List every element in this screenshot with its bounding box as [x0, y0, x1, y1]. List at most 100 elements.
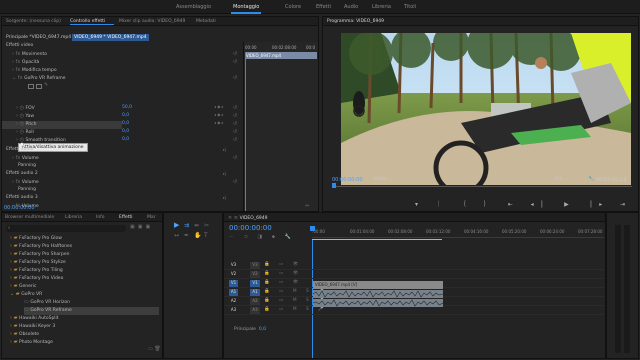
param-pitch[interactable]: › ◷ Pitch: [16, 121, 37, 129]
master-value[interactable]: 0,0: [259, 327, 266, 332]
new-bin-icon[interactable]: ▭ 🗑: [148, 346, 161, 352]
audio-track-icons[interactable]: 🔒 ▭ M S 🎤: [264, 307, 328, 312]
audio-clip-a1[interactable]: [312, 290, 444, 298]
effects-tree-item[interactable]: › ▰ FxFactory Pro Video: [10, 275, 63, 283]
mask-pen-icon[interactable]: ✎: [44, 82, 48, 88]
audio-clip-a2[interactable]: [312, 299, 444, 307]
tab-info[interactable]: Info: [96, 215, 105, 220]
pen-icon[interactable]: ✒: [184, 232, 189, 239]
zoom-icon[interactable]: ⇔: [305, 203, 309, 209]
keyframe-nav-fov[interactable]: ◂ ◆ ▸: [214, 104, 224, 109]
source-patch[interactable]: V2: [229, 271, 238, 278]
track-label[interactable]: A2: [250, 298, 260, 305]
effects-tree-item[interactable]: › ▰ FxFactory Pro Stylize: [10, 259, 66, 267]
reset-icon[interactable]: ↺: [233, 179, 237, 185]
mask-rect-icon[interactable]: [36, 84, 42, 89]
timeline-timecode[interactable]: 00:00:00:00: [229, 224, 272, 232]
param-pitch-value[interactable]: 0,0: [122, 121, 129, 129]
effect-opacity[interactable]: › fx Opacità: [12, 59, 39, 67]
razor-icon[interactable]: ✂: [204, 222, 209, 229]
master-track[interactable]: Principale 0,0: [234, 327, 266, 332]
tab-markers[interactable]: Mar: [147, 215, 156, 220]
clip-header-master[interactable]: Principale *VIDEO_6947.mp4: [6, 35, 71, 40]
track-toggle-icons[interactable]: 🔒 ▭ 👁: [264, 262, 302, 267]
effects-tree-item[interactable]: › ▰ Hawaiki AutoSplit: [10, 315, 59, 323]
playhead-handle[interactable]: [310, 226, 315, 231]
effects-tree-item[interactable]: › ▰ FxFactory Pro Sharpen: [10, 251, 70, 259]
transport-controls[interactable]: ▾ ｜ ｛ ｝ ⇤ ◂▏ ▶ ▕▸ ⇥ ⎘ ⎗ ◫ ⊡ +: [415, 199, 638, 209]
effects-tree-item[interactable]: › ▰ FxFactory Pro Halftones: [10, 243, 72, 251]
program-video-frame[interactable]: [341, 33, 631, 185]
section-arrow-icon[interactable]: ▸|: [223, 195, 226, 200]
source-patch[interactable]: V3: [229, 262, 238, 269]
effects-tree-item[interactable]: › ▰ FxFactory Pro Tiling: [10, 267, 63, 275]
source-patch[interactable]: A2: [229, 298, 238, 305]
program-title[interactable]: Programma: VIDEO_6949: [327, 19, 384, 24]
reset-icon[interactable]: ↺: [233, 75, 237, 81]
effect-motion[interactable]: › fx Movimento: [12, 51, 47, 59]
tab-source[interactable]: Sorgente: (nessuna clip): [6, 19, 61, 24]
param-roll[interactable]: › ◷ Roll: [16, 129, 34, 137]
source-patch[interactable]: A1: [229, 289, 238, 296]
selection-tool-icon[interactable]: ▶: [174, 221, 179, 229]
slip-icon[interactable]: ↔: [174, 232, 179, 239]
mini-playhead[interactable]: [245, 52, 246, 211]
track-label[interactable]: A1: [250, 289, 260, 296]
track-label[interactable]: V2: [250, 271, 260, 278]
effect-mini-timeline[interactable]: 00:00 00:02:08:00 00:0 VIDEO_6947.mp4: [243, 42, 318, 211]
effects-tree-item[interactable]: ▭ GoPro VR Reframe: [24, 307, 159, 315]
workspace-effects[interactable]: Effetti: [316, 4, 331, 10]
workspace-audio[interactable]: Audio: [344, 4, 358, 10]
track-select-icon[interactable]: ⇉: [184, 222, 189, 229]
effect-panning-2[interactable]: Panning: [18, 187, 36, 195]
program-playhead[interactable]: [332, 183, 336, 188]
clip-header-sequence[interactable]: VIDEO_6949 * VIDEO_6947.mp4: [72, 34, 149, 41]
ripple-edit-icon[interactable]: ⇹: [194, 222, 199, 229]
workspace-assembly[interactable]: Assemblaggio: [176, 4, 211, 10]
video-clip[interactable]: VIDEO_6947.mp4 [V]: [313, 281, 443, 289]
effect-panning-1[interactable]: Panning: [18, 163, 36, 171]
effects-tree-item[interactable]: › ▰ Photo Montage: [10, 339, 53, 347]
effects-search-input[interactable]: ⌕: [6, 225, 126, 232]
workspace-editing[interactable]: Montaggio: [230, 4, 262, 14]
reset-icon[interactable]: ↺: [233, 137, 237, 143]
program-scrubber[interactable]: [332, 186, 632, 187]
wrench-icon[interactable]: 🔧: [588, 176, 594, 182]
keyframe-nav-pitch[interactable]: ◂ ◆ ▸: [214, 120, 224, 125]
effect-volume-2[interactable]: › fx Volume: [12, 179, 39, 187]
section-arrow-icon[interactable]: ▸|: [223, 171, 226, 176]
effect-time-remap[interactable]: › fx Modifica tempo: [12, 67, 57, 75]
effects-tree-item[interactable]: ⌄ ▰ GoPro VR: [10, 291, 42, 299]
tab-effects[interactable]: Effetti: [119, 215, 133, 220]
track-label[interactable]: V3: [250, 262, 260, 269]
mask-ellipse-icon[interactable]: [28, 84, 34, 89]
timeline-ruler[interactable]: :00:00 00:01:04:00 00:02:08:00 00:03:12:00 0…: [312, 228, 604, 238]
reset-icon[interactable]: ↺: [233, 59, 237, 65]
source-patch[interactable]: A3: [229, 307, 238, 314]
track-toggle-icons[interactable]: 🔒 ▭ 👁: [264, 271, 302, 276]
reset-icon[interactable]: ↺: [233, 155, 237, 161]
resolution-dropdown[interactable]: 1/4 ⌄: [555, 177, 567, 182]
reset-icon[interactable]: ↺: [233, 129, 237, 135]
param-fov-value[interactable]: 50,0: [122, 105, 132, 113]
fit-dropdown[interactable]: Adatta ⌄: [373, 177, 393, 182]
reset-icon[interactable]: ↺: [233, 121, 237, 127]
effects-tree-item[interactable]: › ▰ FxFactory Pro Glow: [10, 235, 62, 243]
program-timecode[interactable]: 00:00:00:00: [332, 177, 363, 183]
workspace-libraries[interactable]: Libreria: [372, 4, 391, 10]
param-roll-value[interactable]: 0,0: [122, 129, 129, 137]
workspace-color[interactable]: Colore: [285, 4, 301, 10]
tab-media-browser[interactable]: Browser multimediale: [5, 215, 54, 220]
track-label[interactable]: V1: [250, 280, 260, 287]
reset-icon[interactable]: ↺: [233, 113, 237, 119]
track-label[interactable]: A3: [250, 307, 260, 314]
param-yaw[interactable]: › ◷ Yaw: [16, 113, 34, 121]
param-fov[interactable]: › ◷ FOV: [16, 105, 35, 113]
workspace-titles[interactable]: Titoli: [404, 4, 416, 10]
effect-gopro-reframe[interactable]: ⌄ fx GoPro VR Reframe: [12, 75, 66, 83]
effect-controls-timecode[interactable]: 00:00:00:00: [4, 205, 35, 211]
tab-sequence[interactable]: ✕ ≡ VIDEO_6949: [228, 215, 268, 221]
effect-volume-1[interactable]: › fx Volume: [12, 155, 39, 163]
filter-icons[interactable]: ▣▣▣: [130, 224, 153, 230]
type-icon[interactable]: T: [204, 232, 208, 239]
